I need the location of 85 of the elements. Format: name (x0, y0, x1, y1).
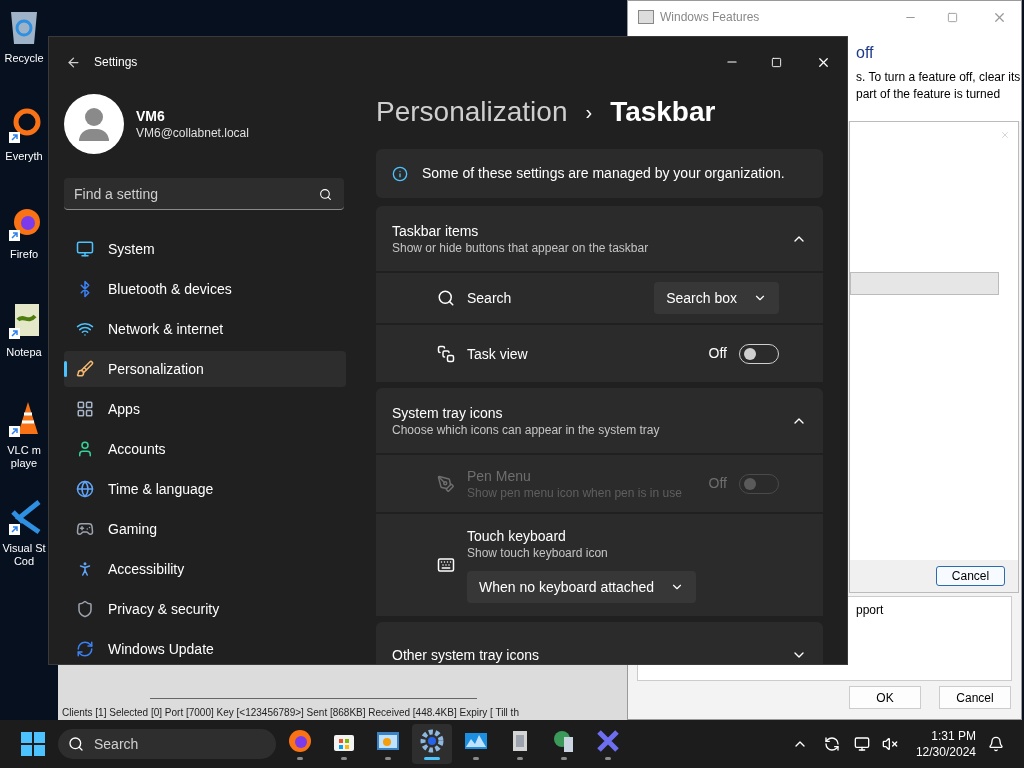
notification-icon[interactable] (988, 736, 1004, 752)
nav-item[interactable]: Privacy & security (64, 591, 346, 627)
clock[interactable]: 1:31 PM 12/30/2024 (915, 728, 976, 760)
browser-icon[interactable] (288, 728, 312, 753)
desktop-icon-label: VLC m playe (7, 444, 41, 470)
brush-icon (76, 360, 94, 378)
display-icon (76, 240, 94, 258)
apps-grid-icon (76, 400, 94, 418)
volume-muted-icon[interactable] (881, 736, 898, 752)
wifi-icon (76, 320, 94, 338)
nav-item[interactable]: Windows Update (64, 631, 346, 664)
gear-icon[interactable] (420, 728, 444, 753)
section-title: Other system tray icons (392, 645, 540, 664)
pen-icon (437, 474, 455, 493)
section-subtitle: Choose which icons can appear in the system tray (392, 421, 660, 438)
section-header[interactable]: Other system tray icons (376, 622, 823, 664)
gamepad-icon (76, 520, 94, 538)
nav-item[interactable]: Accessibility (64, 551, 346, 587)
shield-icon (76, 600, 94, 618)
window-title: Settings (94, 54, 138, 71)
toggle-state-text: Off (708, 474, 727, 493)
dialog-heading: off (856, 43, 875, 63)
breadcrumb-separator: › (585, 100, 593, 125)
person-icon (76, 440, 94, 458)
setting-label: Task view (467, 344, 528, 363)
window-title: Windows Features (660, 9, 760, 26)
section-title: System tray icons (392, 403, 504, 422)
search-icon (68, 736, 84, 752)
info-text: Some of these settings are managed by your organization. (422, 164, 785, 183)
status-text: Clients [1] Selected [0] Port [7000] Key [<123456789>] Sent [868KB] Received [448.4KB] Expiry [ Till th (62, 706, 520, 720)
keyboard-icon (437, 556, 455, 574)
cancel-button[interactable]: Cancel (936, 566, 1005, 586)
dialog-button[interactable]: OK (849, 686, 921, 709)
taskbar-search[interactable]: Search (58, 729, 276, 759)
desktop-icon-label: Firefo (9, 248, 39, 261)
nav-item[interactable]: Bluetooth & devices (64, 271, 346, 307)
cross-logo-icon[interactable] (596, 728, 620, 753)
update-icon (76, 640, 94, 658)
setting-label: Touch keyboard (467, 527, 567, 545)
setting-label: Pen Menu (467, 466, 532, 485)
section-header[interactable]: System tray icons Choose which icons can appear in the system tray (376, 388, 823, 453)
code-logo-icon[interactable] (7, 498, 41, 536)
notepad-icon[interactable] (7, 302, 41, 340)
nav-item[interactable]: Accounts (64, 431, 346, 467)
search-icon (437, 289, 455, 307)
nav-item[interactable]: Time & language (64, 471, 346, 507)
back-icon[interactable] (66, 54, 81, 70)
toggle-state-text: Off (708, 344, 727, 363)
taskbar-app[interactable] (412, 724, 452, 764)
search-icon (319, 188, 332, 201)
feature-list-item: pport (856, 603, 884, 617)
desktop-icon-label: Everyth (5, 150, 43, 163)
breadcrumb-link[interactable]: Personalization (376, 91, 568, 133)
dropdown[interactable]: Search box (654, 282, 779, 314)
section-title: Taskbar items (392, 221, 480, 240)
setting-label: Search (467, 289, 512, 307)
dialog-description: s. To turn a feature off, clear its (856, 69, 1021, 86)
user-email: VM6@collabnet.local (136, 125, 249, 141)
globe-icon (76, 480, 94, 498)
page-title: Taskbar (610, 95, 716, 129)
nav-item[interactable]: Personalization (64, 351, 346, 387)
info-icon (392, 165, 408, 182)
app-window-icon (638, 10, 654, 24)
search-field[interactable]: Find a setting (64, 178, 344, 210)
ring-icon[interactable] (7, 106, 41, 144)
dropdown[interactable]: When no keyboard attached (467, 571, 697, 603)
start-icon[interactable] (21, 732, 45, 756)
avatar (64, 94, 124, 154)
nav-item[interactable]: Gaming (64, 511, 346, 547)
nav-item[interactable]: System (64, 231, 346, 267)
desktop-icon-label: Notepa (6, 346, 42, 359)
task-view-icon (437, 344, 455, 363)
setting-description: Show touch keyboard icon (467, 545, 609, 561)
nav-item[interactable]: Network & internet (64, 311, 346, 347)
desktop-icon-label: Visual St Cod (2, 542, 46, 568)
server-icon[interactable] (552, 728, 576, 753)
network-icon[interactable] (853, 736, 870, 752)
user-name: VM6 (136, 107, 166, 125)
desktop-icon-label: Recycle (4, 52, 44, 65)
dialog-description: part of the feature is turned (856, 86, 1002, 103)
nav-item[interactable]: Apps (64, 391, 346, 427)
section-header[interactable]: Taskbar items Show or hide buttons that appear on the taskbar (376, 206, 823, 271)
dialog-button[interactable]: Cancel (939, 686, 1011, 709)
section-subtitle: Show or hide buttons that appear on the taskbar (392, 239, 649, 256)
sync-icon[interactable] (823, 736, 840, 752)
